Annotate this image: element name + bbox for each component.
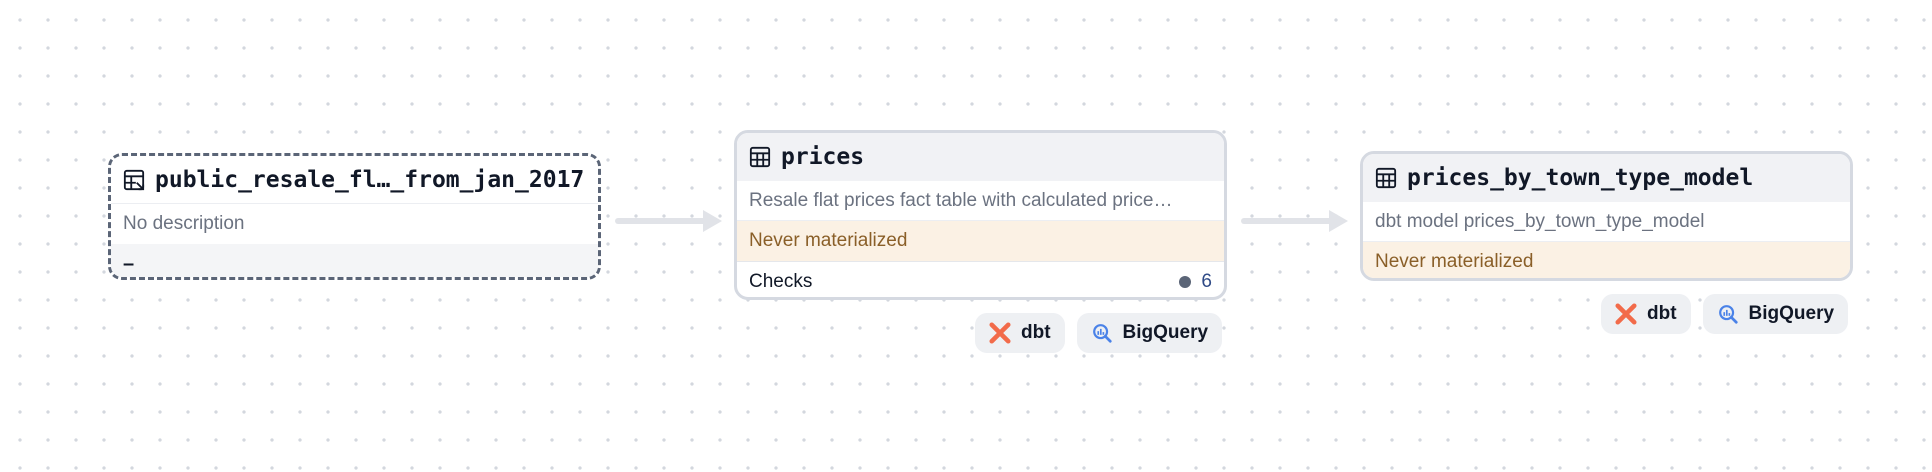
node-description: dbt model prices_by_town_type_model bbox=[1363, 202, 1850, 242]
node-header[interactable]: prices_by_town_type_model bbox=[1363, 154, 1850, 202]
node-model-tags: dbt BigQuery bbox=[1601, 294, 1849, 334]
tag-label: dbt bbox=[1021, 322, 1051, 343]
node-description: No description bbox=[111, 204, 598, 244]
source-table-icon bbox=[123, 169, 145, 190]
node-title: prices_by_town_type_model bbox=[1407, 165, 1754, 191]
table-icon bbox=[1375, 167, 1397, 189]
tag-label: dbt bbox=[1647, 303, 1677, 324]
tag-bigquery[interactable]: BigQuery bbox=[1702, 294, 1849, 334]
materialization-status-text: Never materialized bbox=[749, 230, 908, 251]
dbt-icon bbox=[989, 322, 1011, 344]
materialization-status-text: Never materialized bbox=[1375, 251, 1534, 272]
node-description-text: Resale flat prices fact table with calcu… bbox=[749, 189, 1173, 211]
tag-label: BigQuery bbox=[1748, 303, 1835, 324]
checks-row[interactable]: Checks 6 bbox=[737, 261, 1224, 297]
node-header[interactable]: public_resale_fl…_from_jan_2017 bbox=[111, 156, 598, 204]
node-prices-tags: dbt BigQuery bbox=[975, 313, 1223, 353]
bigquery-icon bbox=[1092, 324, 1112, 343]
node-title: public_resale_fl…_from_jan_2017 bbox=[155, 166, 585, 193]
dbt-icon bbox=[1615, 303, 1637, 325]
tag-bigquery[interactable]: BigQuery bbox=[1076, 313, 1223, 353]
node-source-table[interactable]: public_resale_fl…_from_jan_2017 No descr… bbox=[108, 153, 601, 280]
node-prices[interactable]: prices Resale flat prices fact table wit… bbox=[734, 130, 1227, 300]
node-description: Resale flat prices fact table with calcu… bbox=[737, 181, 1224, 221]
edge-prices-to-model bbox=[1241, 210, 1348, 232]
tag-dbt[interactable]: dbt bbox=[1601, 294, 1691, 334]
materialization-status: Never materialized bbox=[1363, 242, 1850, 278]
node-value: – bbox=[111, 244, 598, 277]
node-description-text: No description bbox=[123, 213, 245, 234]
node-prices-by-town-type-model[interactable]: prices_by_town_type_model dbt model pric… bbox=[1360, 151, 1853, 281]
materialization-status: Never materialized bbox=[737, 221, 1224, 261]
node-title: prices bbox=[781, 144, 865, 170]
check-status-dot bbox=[1179, 275, 1192, 288]
tag-label: BigQuery bbox=[1122, 322, 1209, 343]
tag-dbt[interactable]: dbt bbox=[975, 313, 1065, 353]
table-icon bbox=[749, 146, 771, 168]
checks-count-value: 6 bbox=[1201, 270, 1212, 292]
edge-source-to-prices bbox=[615, 210, 722, 232]
checks-label: Checks bbox=[749, 270, 813, 292]
node-header[interactable]: prices bbox=[737, 133, 1224, 181]
lineage-canvas[interactable]: public_resale_fl…_from_jan_2017 No descr… bbox=[0, 0, 1932, 472]
node-value-text: – bbox=[123, 252, 135, 275]
checks-count: 6 bbox=[1179, 271, 1212, 293]
node-description-text: dbt model prices_by_town_type_model bbox=[1375, 210, 1705, 232]
bigquery-icon bbox=[1718, 305, 1738, 324]
